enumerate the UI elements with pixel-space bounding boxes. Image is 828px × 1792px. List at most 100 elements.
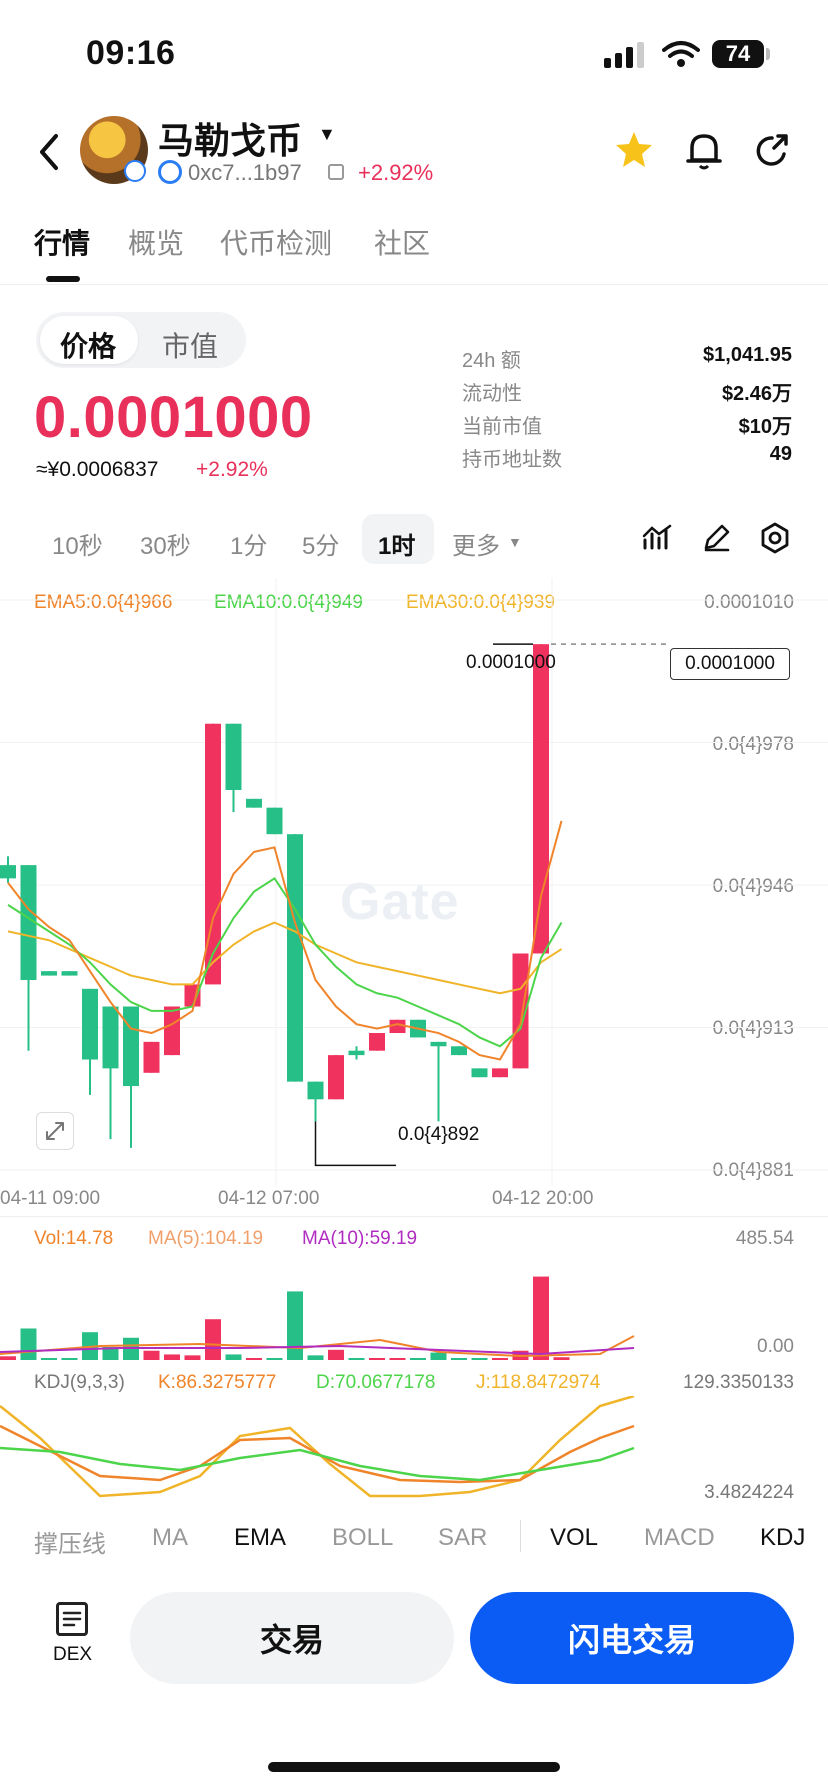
timeframe-30s[interactable]: 30秒: [140, 526, 191, 561]
volume-bar: [61, 1358, 78, 1360]
indicator-tab-ma[interactable]: MA: [152, 1524, 188, 1552]
volume-bar: [184, 1355, 201, 1360]
tab-underline: [46, 276, 80, 282]
candle-body: [225, 723, 242, 790]
candle-body: [266, 807, 283, 835]
volume-bar: [246, 1358, 262, 1360]
timeframe-1h[interactable]: 1时: [378, 526, 415, 561]
signal-icon: [604, 42, 644, 68]
candle-body: [246, 798, 262, 808]
volume-bar: [0, 1356, 16, 1360]
star-icon[interactable]: [614, 130, 654, 170]
volume-bar: [205, 1319, 221, 1360]
settings-icon[interactable]: [760, 522, 790, 554]
kdj-j-line: [0, 1396, 635, 1498]
kdj-d-legend: D:70.0677178: [316, 1372, 436, 1393]
chain-badge-icon: [124, 160, 146, 182]
back-icon[interactable]: [36, 132, 60, 172]
tab-token-check[interactable]: 代币检测: [220, 222, 332, 262]
candle-body: [492, 1068, 508, 1078]
volume-chart: [0, 1276, 635, 1360]
timeframe-10s[interactable]: 10秒: [52, 526, 103, 561]
x-tick: 04-12 20:00: [492, 1188, 594, 1209]
stat-value-mcap: $10万: [738, 416, 792, 438]
chevron-down-icon[interactable]: ▼: [508, 534, 522, 550]
candle-body: [41, 971, 57, 976]
flash-trade-button[interactable]: 闪电交易: [470, 1592, 794, 1684]
candle-body: [0, 865, 16, 879]
candle-body: [164, 1006, 180, 1056]
current-price: 0.0001000: [34, 385, 313, 450]
indicator-tab-sar[interactable]: SAR: [438, 1524, 487, 1552]
indicator-icon[interactable]: [642, 524, 672, 552]
token-name[interactable]: 马勒戈币: [158, 112, 302, 164]
bell-icon[interactable]: [686, 130, 722, 172]
candle-body: [348, 1050, 365, 1056]
chain-icon: [158, 160, 182, 184]
price-cny: ≈¥0.0006837: [36, 458, 159, 481]
stat-value-liquidity: $2.46万: [721, 383, 792, 405]
x-tick: 04-12 07:00: [218, 1188, 320, 1209]
high-label: 0.0001000: [466, 652, 556, 673]
candle-body: [369, 1033, 385, 1051]
divider: [0, 284, 828, 285]
token-address: 0xc7...1b97: [188, 160, 302, 185]
low-label: 0.0{4}892: [398, 1124, 480, 1145]
kdj-y-bottom: 3.4824224: [704, 1482, 794, 1503]
candle-body: [61, 971, 78, 976]
volume-bar: [369, 1358, 385, 1360]
volume-bar: [533, 1276, 549, 1360]
tab-market[interactable]: 行情: [34, 222, 90, 262]
stat-label-mcap: 当前市值: [462, 416, 542, 438]
toggle-price[interactable]: 价格: [60, 325, 116, 365]
home-indicator: [268, 1762, 560, 1772]
indicator-tab-ema[interactable]: EMA: [234, 1524, 286, 1552]
volume-bar: [348, 1358, 365, 1360]
price-change: +2.92%: [196, 458, 268, 481]
timeframe-more[interactable]: 更多: [452, 526, 500, 561]
volume-bar: [307, 1355, 324, 1360]
indicator-tab-sr[interactable]: 撑压线: [34, 1524, 106, 1559]
timeframe-1m[interactable]: 1分: [230, 526, 267, 561]
draw-icon[interactable]: [702, 524, 730, 552]
candle-body: [533, 644, 549, 954]
trade-button[interactable]: 交易: [130, 1592, 454, 1684]
vol-legend: Vol:14.78: [34, 1228, 114, 1249]
kdj-y-top: 129.3350133: [683, 1372, 794, 1393]
volume-bar: [143, 1350, 160, 1360]
low-leader: [314, 1121, 396, 1167]
dex-icon[interactable]: [56, 1602, 88, 1636]
indicator-tab-boll[interactable]: BOLL: [332, 1524, 393, 1552]
candle-body: [471, 1068, 488, 1078]
kdj-chart: [0, 1396, 635, 1498]
stat-value-holders: 49: [769, 443, 792, 465]
volume-bar: [451, 1358, 467, 1360]
volume-bar: [328, 1349, 344, 1360]
share-icon[interactable]: [754, 132, 792, 170]
x-tick: 04-11 09:00: [0, 1188, 101, 1209]
vol-y-top: 485.54: [735, 1228, 794, 1249]
indicator-tab-kdj[interactable]: KDJ: [760, 1524, 805, 1552]
expand-icon[interactable]: [36, 1112, 74, 1150]
toggle-mcap[interactable]: 市值: [162, 325, 218, 365]
candle-body: [102, 1006, 119, 1069]
indicator-tab-vol[interactable]: VOL: [550, 1524, 598, 1552]
ema30-line: [7, 921, 563, 995]
tab-community[interactable]: 社区: [374, 222, 430, 262]
vol-ma5-legend: MA(5):104.19: [148, 1228, 264, 1249]
candle-body: [451, 1046, 467, 1056]
kdj-j-legend: J:118.8472974: [476, 1372, 601, 1393]
divider: [520, 1520, 521, 1552]
chevron-down-icon[interactable]: ▼: [318, 124, 336, 145]
volume-bar: [225, 1354, 242, 1360]
indicator-tab-macd[interactable]: MACD: [644, 1524, 715, 1552]
dex-label[interactable]: DEX: [53, 1644, 92, 1666]
volume-bar: [389, 1358, 406, 1360]
kdj-legend-name: KDJ(9,3,3): [34, 1372, 125, 1393]
tab-overview[interactable]: 概览: [128, 222, 184, 262]
volume-bar: [164, 1354, 180, 1360]
candle-body: [430, 1041, 447, 1047]
timeframe-5m[interactable]: 5分: [302, 526, 339, 561]
copy-icon[interactable]: [328, 164, 344, 180]
candle-body: [287, 834, 303, 1082]
